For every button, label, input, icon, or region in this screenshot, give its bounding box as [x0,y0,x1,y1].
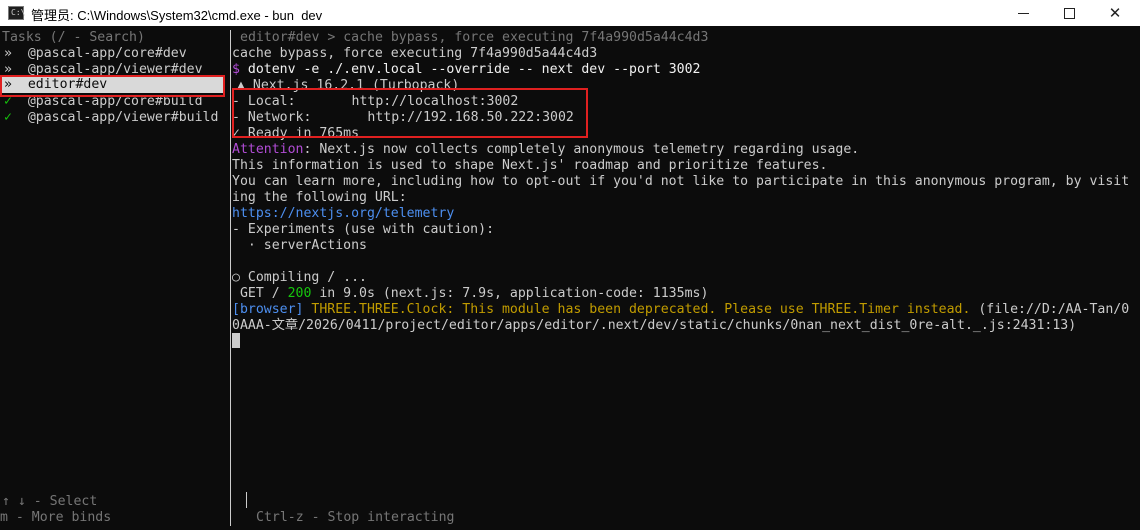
browser-warning-path-line: 0AAA-文章/2026/0411/project/editor/apps/ed… [232,318,1077,333]
browser-tag: [browser] [232,302,304,317]
terminal-cursor [232,333,240,348]
prompt-symbol: $ [232,62,240,77]
browser-warning-line: [browser] THREE.THREE.Clock: This module… [232,302,1129,318]
attention-text: : Next.js now collects completely anonym… [303,142,860,157]
experiments-line: - Experiments (use with caution): [232,222,495,237]
cmd-app-icon: C:\ [8,6,26,20]
deprecation-warning: THREE.THREE.Clock: This module has been … [303,302,971,317]
title-bar: C:\ 管理员: C:\Windows\System32\cmd.exe - b… [0,0,1140,26]
compiling-line: ○ Compiling / ... [232,270,367,285]
task-label: @pascal-app/viewer#build [27,110,219,125]
get-request-line: GET / 200 in 9.0s (next.js: 7.9s, applic… [232,286,708,302]
minimize-icon [1017,12,1029,14]
cache-bypass-line: cache bypass, force executing 7f4a990d5a… [232,46,598,61]
learn-more-line-1: You can learn more, including how to opt… [232,174,1130,189]
command-line: $ dotenv -e ./.env.local --override -- n… [232,62,700,78]
panel-divider[interactable] [230,30,231,526]
task-running-marker: » [4,46,12,61]
attention-label: Attention [232,142,304,157]
annotation-box-urls [232,88,588,138]
get-timing: in 9.0s (next.js: 7.9s, application-code… [311,286,709,301]
stop-interacting-hint: Ctrl-z - Stop interacting [256,510,455,525]
more-binds-hint: m - More binds [0,510,112,525]
window-title: 管理员: C:\Windows\System32\cmd.exe - bun d… [31,8,323,23]
status-code: 200 [287,286,312,301]
maximize-button[interactable] [1046,0,1092,26]
app-icon-text: C:\ [11,8,26,17]
check-icon: ✓ [4,110,12,125]
server-actions-line: · serverActions [232,238,367,253]
command-text: dotenv -e ./.env.local --override -- nex… [247,62,701,77]
telemetry-info-line: This information is used to shape Next.j… [232,158,828,173]
select-keybind-hint: ↑ ↓ - Select [2,494,98,509]
task-item-viewer-build[interactable]: ✓ @pascal-app/viewer#build [4,110,218,126]
minimize-button[interactable] [1000,0,1046,26]
get-prefix: GET / [232,286,288,301]
footer-divider [246,492,247,508]
attention-line: Attention: Next.js now collects complete… [232,142,859,158]
learn-more-line-2: ing the following URL: [232,190,407,205]
warning-file-path: (file://D:/AA-Tan/0 [970,302,1130,317]
task-label: @pascal-app/core#dev [27,46,187,61]
annotation-box-selected-task [0,75,225,97]
terminal-header: editor#dev > cache bypass, force executi… [240,30,709,45]
close-button[interactable]: ✕ [1092,0,1138,26]
close-icon: ✕ [1108,4,1122,22]
tasks-header: Tasks (/ - Search) [2,30,145,45]
maximize-icon [1063,7,1075,19]
telemetry-link[interactable]: https://nextjs.org/telemetry [232,206,454,222]
task-item-core-dev[interactable]: » @pascal-app/core#dev [4,46,187,62]
